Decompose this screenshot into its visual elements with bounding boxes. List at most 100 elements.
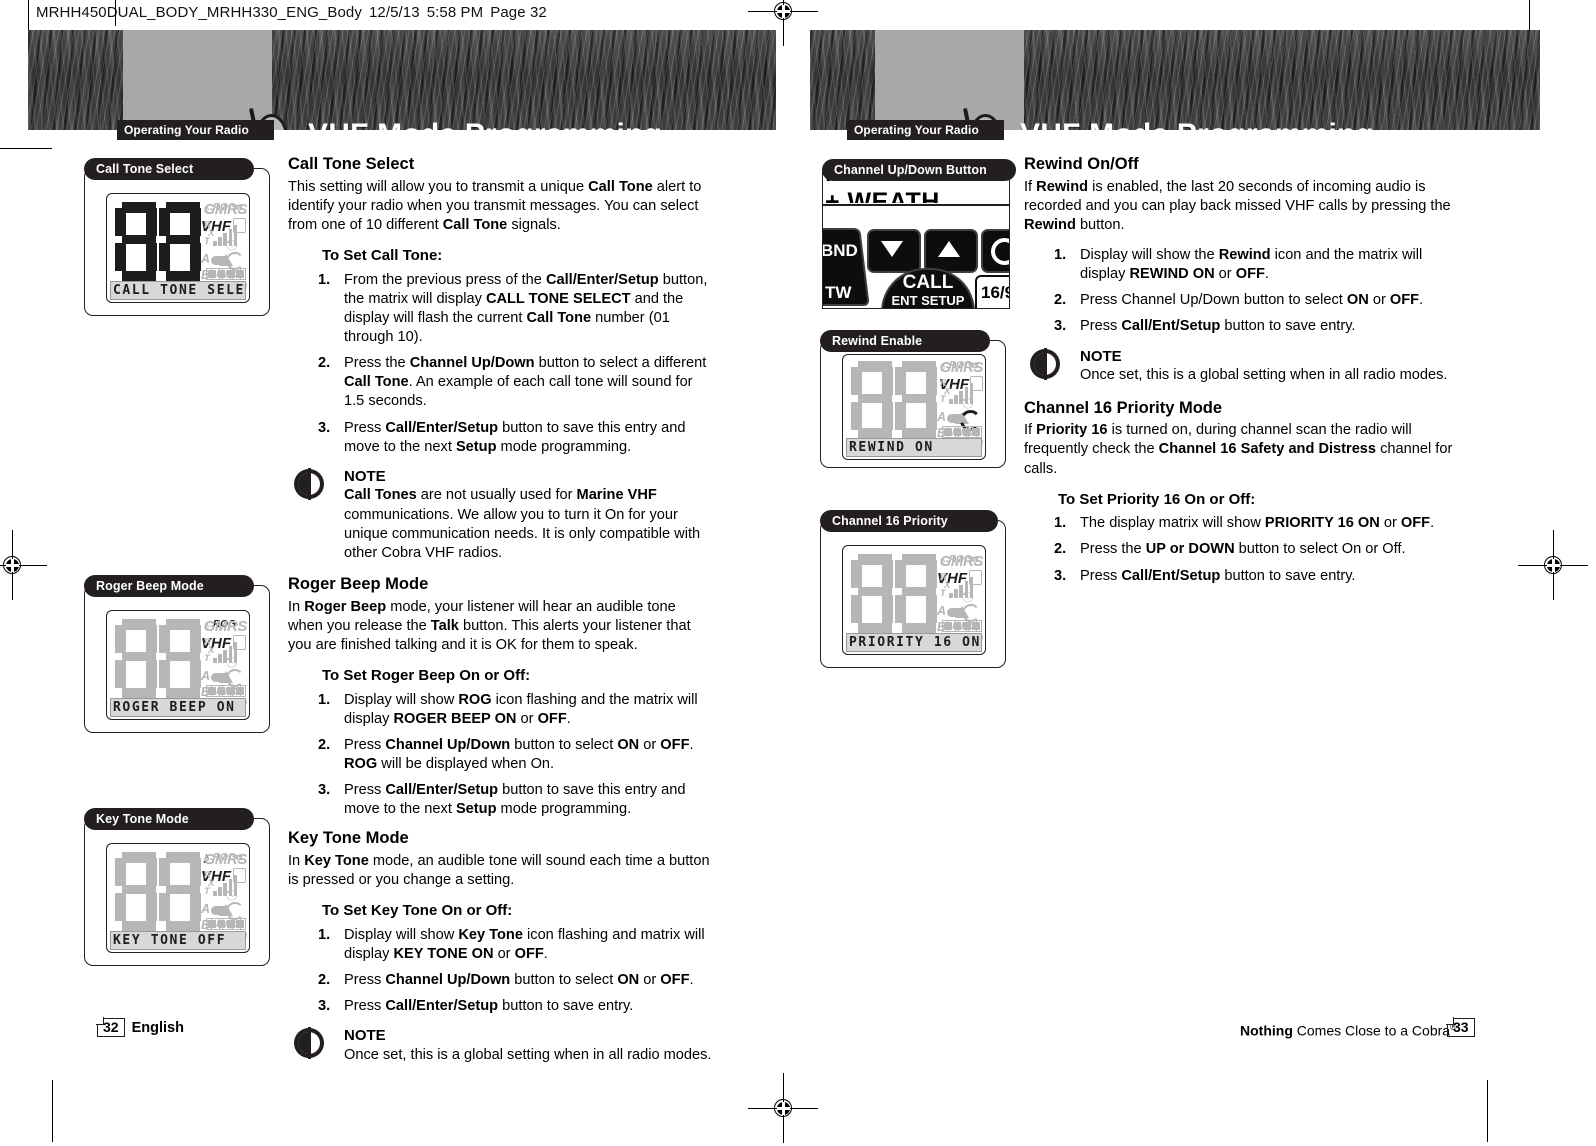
note-icon [1030,347,1060,380]
lcd-icon-cloud [211,906,229,915]
figure-rewind-enable: ♪ ROG⍺ GMRS VHF R X T ⎋ A B UIC VOX LOME… [820,340,1006,468]
step-part: Press [1080,567,1122,584]
step-item: 3. Press Call/Enter/Setup button to save … [288,419,713,457]
lcd-matrix-display: ROGER BEEP ON [110,698,246,717]
footer-tagline: Nothing Comes Close to a Cobra® [1240,1022,1457,1039]
content-section: Rewind On/Off If Rewind is enabled, the l… [1024,155,1454,387]
lcd-icon-tx: T [204,653,210,664]
section-intro: This setting will allow you to transmit … [288,178,713,235]
step-number: 1. [1054,247,1067,264]
callout-key-tone-mode: Key Tone Mode [84,808,254,830]
step-part: Press [344,972,386,989]
callout-label: Channel 16 Priority [832,514,948,528]
lcd-icon-cloud [947,608,965,617]
lcd-digit-2 [895,554,937,634]
step-part: button to select [510,736,618,753]
left-banner-title: VHF Mode Programming [308,118,662,130]
page-fold-corner [96,1017,105,1026]
print-time: 5:58 PM [426,4,484,21]
callout-roger-beep-mode: Roger Beep Mode [84,575,254,597]
step-item: 3. Press Call/Enter/Setup button to save … [288,997,713,1016]
step-item: 3. Press Call/Ent/Setup button to save en… [1024,567,1454,586]
step-part: The display matrix will show [1080,515,1265,532]
lcd-roger-beep: ♪ ROG GMRS VHF R X T ⎋ A B UIC VOX LOMED… [106,610,250,720]
note-title: NOTE [344,1027,386,1045]
step-part: button to save entry. [498,998,634,1015]
step-part: Press Channel Up/Down button to select [1080,292,1347,309]
lcd-digit-2 [159,619,201,699]
callout-label: Key Tone Mode [96,812,189,826]
step-part: Display will show the [1080,247,1219,264]
step-part: Call/Enter/Setup [385,998,499,1015]
step-number: 3. [318,998,331,1015]
step-part: . [1264,266,1269,283]
intro-part: Priority 16 [1036,422,1108,439]
intro-part: In [288,598,305,615]
section-heading: Call Tone Select [288,155,415,173]
registration-mark-right [1518,530,1588,600]
callout-label: Roger Beep Mode [96,579,204,593]
step-part: OFF [1235,266,1265,283]
left-banner-tab: Operating Your Radio [117,120,274,140]
figure-key-tone-mode: ♪ ROG⍺ GMRS VHF R X T ⎋ A B UIC VOX LOME… [84,818,270,966]
lcd-icon-a: A [201,902,211,916]
note-part: Once set, this is a global setting when … [1080,367,1448,384]
intro-part: In [288,853,305,870]
step-part: OFF [1389,292,1420,309]
step-part: Channel Up/Down [385,972,511,989]
section-heading: Roger Beep Mode [288,574,429,593]
step-part: or [1368,292,1390,309]
step-part: OFF [660,972,690,989]
step-part: OFF [1400,515,1431,532]
step-item: 2. Press Channel Up/Down button to select… [288,971,713,990]
step-part: button to select a different [534,355,707,372]
lcd-digit-2 [895,361,937,439]
callout-label: Channel Up/Down Button [834,163,987,177]
note-part: Call Tones [344,487,417,504]
step-part: ROG [344,755,378,772]
step-item: 2. Press Channel Up/Down button to select… [288,736,713,774]
step-part: Call/Ent/Setup [1121,318,1221,335]
right-banner-tab: Operating Your Radio [847,120,1004,140]
intro-part: If [1024,422,1037,439]
step-item: 2. Press the Channel Up/Down button to se… [288,354,713,411]
step-part: ON [1346,292,1369,309]
note-block: NOTE Once set, this is a global setting w… [1024,347,1454,387]
lcd-rewind-enable: ♪ ROG⍺ GMRS VHF R X T ⎋ A B UIC VOX LOME… [842,354,986,460]
callout-rewind-enable: Rewind Enable [820,330,990,352]
step-part: ROGER BEEP ON [393,710,517,727]
print-file-header: MRHH450DUAL_BODY_MRHH330_ENG_Body 12/5/13… [36,4,547,21]
intro-part: Talk [430,617,459,634]
step-number: 3. [1054,318,1067,335]
step-part: Display will show [344,691,459,708]
page-fold-corner [1446,1017,1455,1026]
left-banner-tab-label: Operating Your Radio [124,123,249,137]
content-section: Channel 16 Priority Mode If Priority 16 i… [1024,399,1454,586]
print-date: 12/5/13 [368,4,420,21]
note-text: Once set, this is a global setting when … [1080,366,1454,385]
lcd-icon-cloud [947,414,965,423]
key-call-ent-setup[interactable]: CALL ENT SETUP [881,268,975,308]
step-number: 2. [318,736,331,753]
key-bnd-label: BND [822,241,858,260]
lcd-key-tone: ♪ ROG⍺ GMRS VHF R X T ⎋ A B UIC VOX LOME… [106,843,250,953]
step-item: 3. Press Call/Ent/Setup button to save en… [1024,317,1454,336]
step-part: Call/Enter/Setup [385,419,499,436]
print-page-label: Page 32 [490,4,547,21]
lcd-icon-a: A [201,669,211,683]
callout-call-tone-select: Call Tone Select [84,158,254,180]
step-part: or [639,972,661,989]
step-number: 1. [318,271,331,288]
lcd-matrix-display: CALL TONE SELECT [110,281,246,300]
print-filename: MRHH450DUAL_BODY_MRHH330_ENG_Body [36,4,362,21]
step-list: 1. Display will show the Rewind icon and … [1024,246,1454,336]
step-part: or [639,736,661,753]
section-heading: Key Tone Mode [288,829,409,848]
lcd-icon-a: A [937,604,947,618]
lcd-matrix-text: KEY TONE OFF [113,933,227,948]
step-number: 3. [318,419,331,436]
step-number: 2. [1054,541,1067,558]
lcd-matrix-text: PRIORITY 16 ON [849,635,981,650]
key-16-9-label: 16/9 [981,283,1009,302]
step-item: 1. Display will show Key Tone icon flashi… [288,926,713,964]
